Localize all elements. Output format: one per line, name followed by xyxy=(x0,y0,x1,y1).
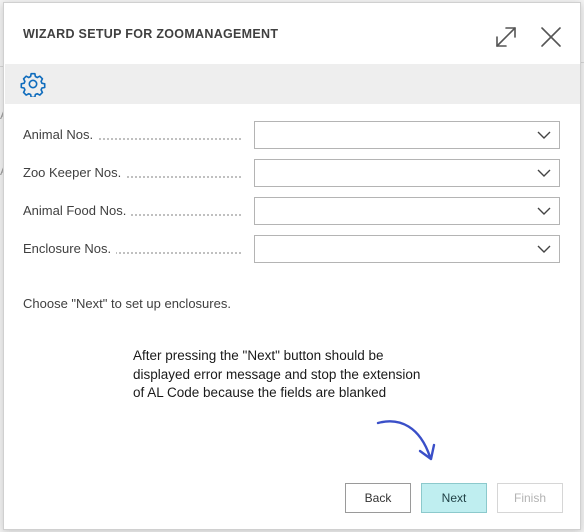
field-enclosure-nos: Enclosure Nos. xyxy=(23,235,563,263)
zoo-keeper-nos-dropdown[interactable] xyxy=(254,159,560,187)
dialog-title: WIZARD SETUP FOR ZOOMANAGEMENT xyxy=(23,27,279,41)
field-animal-food-nos: Animal Food Nos. xyxy=(23,197,563,225)
animal-nos-dropdown[interactable] xyxy=(254,121,560,149)
next-button[interactable]: Next xyxy=(421,483,487,513)
chevron-down-icon xyxy=(537,131,551,139)
chevron-down-icon xyxy=(537,207,551,215)
annotation-note: After pressing the "Next" button should … xyxy=(133,348,421,400)
instruction-text: Choose "Next" to set up enclosures. xyxy=(23,296,231,311)
curved-arrow-icon xyxy=(376,420,436,461)
field-label: Animal Nos. xyxy=(23,127,249,143)
close-icon[interactable] xyxy=(537,23,565,51)
action-bar xyxy=(5,64,580,104)
chevron-down-icon xyxy=(537,169,551,177)
animal-food-nos-dropdown[interactable] xyxy=(254,197,560,225)
field-animal-nos: Animal Nos. xyxy=(23,121,563,149)
chevron-down-icon xyxy=(537,245,551,253)
enclosure-nos-dropdown[interactable] xyxy=(254,235,560,263)
expand-icon[interactable] xyxy=(492,23,520,51)
gear-icon[interactable] xyxy=(20,71,46,99)
field-zoo-keeper-nos: Zoo Keeper Nos. xyxy=(23,159,563,187)
finish-button[interactable]: Finish xyxy=(497,483,563,513)
back-button[interactable]: Back xyxy=(345,483,411,513)
wizard-dialog: WIZARD SETUP FOR ZOOMANAGEMENT Animal No… xyxy=(3,2,581,530)
field-label: Zoo Keeper Nos. xyxy=(23,165,249,181)
field-label: Animal Food Nos. xyxy=(23,203,249,219)
field-label: Enclosure Nos. xyxy=(23,241,249,257)
